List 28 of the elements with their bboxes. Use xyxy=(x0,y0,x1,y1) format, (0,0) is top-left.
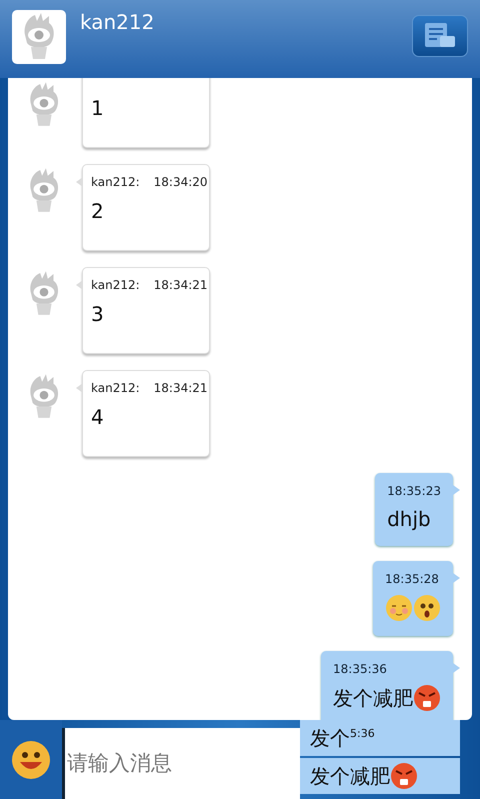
emoji-icon xyxy=(413,684,441,712)
message-text: dhjb xyxy=(387,506,431,532)
message-text: 2 xyxy=(91,199,104,223)
contact-name: kan212 xyxy=(80,12,154,32)
message-text: 发个 xyxy=(310,725,350,752)
message-time: 18:35:23 xyxy=(387,483,441,500)
sender-name: kan212: xyxy=(91,277,140,294)
message-text: 4 xyxy=(91,405,104,429)
emoji-icon xyxy=(385,594,413,622)
sender-name: kan212: xyxy=(91,380,140,397)
chat-list-icon xyxy=(423,22,457,50)
emoji-icon xyxy=(390,762,418,790)
sender-name: kan212: xyxy=(91,174,140,191)
message-time: 18:34:21 xyxy=(154,277,208,294)
message-text: 3 xyxy=(91,302,104,326)
message-text: 发个减肥 xyxy=(310,763,390,790)
message-input[interactable]: 请输入消息 xyxy=(62,728,300,799)
emoji-button[interactable] xyxy=(0,720,62,799)
message-text: 发个减肥 xyxy=(333,685,413,711)
emoji-icon xyxy=(413,594,441,622)
message-time: 18:34:20 xyxy=(154,174,208,191)
smiley-icon xyxy=(11,740,51,780)
message-text: 1 xyxy=(91,96,104,120)
message-time: 18:34:21 xyxy=(154,380,208,397)
message-time: 5:36 xyxy=(350,726,375,742)
message-time: 18:35:36 xyxy=(333,661,388,678)
message-time: 18:35:28 xyxy=(385,571,440,588)
menu-button[interactable] xyxy=(412,15,468,57)
